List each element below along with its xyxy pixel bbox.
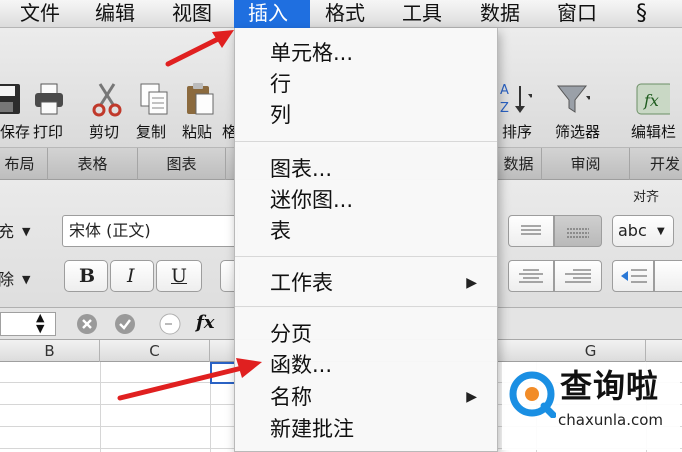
menu-item-sparklines[interactable]: 迷你图... — [270, 187, 353, 213]
align-center-button[interactable] — [508, 260, 554, 292]
formula-builder-icon[interactable]: fx — [636, 80, 670, 118]
abc-label: abc — [618, 221, 647, 240]
align-top-button[interactable] — [508, 215, 554, 247]
submenu-arrow-icon: ▶ — [466, 389, 477, 405]
menu-separator — [235, 306, 497, 307]
column-header-g-label: G — [584, 342, 597, 360]
menu-separator — [235, 256, 497, 257]
cancel-entry-icon[interactable] — [76, 313, 98, 335]
menu-item-function[interactable]: 函数... — [270, 352, 332, 378]
annotation-arrow-function — [117, 358, 262, 401]
tab-tables[interactable]: 表格 — [48, 148, 138, 180]
annotation-arrow-insert — [165, 30, 234, 67]
decrease-indent-icon — [621, 269, 647, 283]
menu-item-columns[interactable]: 列 — [270, 102, 291, 128]
paste-label: 粘贴 — [182, 123, 213, 141]
align-bottom-button[interactable] — [554, 215, 602, 247]
svg-text:Z: Z — [500, 101, 509, 116]
filter-icon[interactable] — [556, 80, 590, 118]
copy-icon[interactable] — [137, 80, 171, 118]
sort-icon[interactable]: A Z — [498, 80, 532, 118]
bold-button[interactable]: B — [64, 260, 108, 292]
insert-function-icon[interactable] — [158, 313, 182, 335]
print-icon[interactable] — [32, 80, 66, 118]
watermark-text: 查询啦 — [560, 367, 660, 405]
menu-format[interactable]: 格式 — [325, 0, 365, 28]
tab-review[interactable]: 审阅 — [542, 148, 630, 180]
cut-label: 剪切 — [89, 123, 120, 141]
decrease-indent-button[interactable] — [612, 260, 654, 292]
copy-label: 复制 — [136, 123, 167, 141]
align-bottom-icon — [567, 228, 589, 238]
underline-button[interactable]: U — [156, 260, 202, 292]
menu-data[interactable]: 数据 — [480, 0, 520, 28]
menu-item-cells[interactable]: 单元格... — [270, 40, 353, 66]
tab-charts[interactable]: 图表 — [138, 148, 226, 180]
column-header-b[interactable]: B — [0, 340, 100, 362]
filter-label: 筛选器 — [555, 123, 601, 141]
script-menu-icon[interactable]: § — [636, 2, 647, 26]
increase-indent-button[interactable] — [654, 260, 682, 292]
align-right-button[interactable] — [554, 260, 602, 292]
menu-bar: 文件 编辑 视图 插入 格式 工具 数据 窗口 § — [0, 0, 682, 28]
name-box-stepper-icon[interactable]: ▲ ▼ — [36, 312, 44, 334]
clear-label-clipped: 除 — [0, 270, 15, 289]
column-header-g[interactable]: G — [536, 340, 646, 362]
menu-edit[interactable]: 编辑 — [95, 0, 135, 28]
italic-button[interactable]: I — [110, 260, 154, 292]
watermark-domain: chaxunla.com — [558, 411, 663, 429]
chevron-down-icon: ▼ — [657, 226, 665, 237]
menu-item-new-comment[interactable]: 新建批注 — [270, 416, 354, 442]
tab-layout[interactable]: 布局 — [0, 148, 48, 180]
svg-text:A: A — [500, 83, 509, 98]
print-label: 打印 — [33, 123, 64, 141]
name-box[interactable] — [0, 312, 56, 336]
tab-developer[interactable]: 开发 — [630, 148, 682, 180]
menu-tools[interactable]: 工具 — [402, 0, 442, 28]
svg-text:fx: fx — [643, 91, 659, 110]
menu-item-name[interactable]: 名称 — [270, 384, 312, 410]
watermark: 查询啦 chaxunla.com — [502, 362, 680, 450]
align-right-icon — [565, 269, 591, 283]
font-name-select[interactable]: 宋体 (正文) — [62, 215, 238, 247]
italic-glyph: I — [127, 265, 135, 287]
submenu-arrow-icon: ▶ — [466, 275, 477, 291]
insert-menu-dropdown: 单元格... 行 列 图表... 迷你图... 表 工作表 ▶ 分页 函数...… — [234, 28, 498, 452]
fx-label: fx — [196, 312, 215, 333]
clear-dropdown-icon[interactable]: ▼ — [22, 270, 30, 290]
align-center-icon — [519, 269, 543, 283]
save-label: 保存 — [0, 123, 31, 141]
menu-window[interactable]: 窗口 — [557, 0, 597, 28]
menu-item-rows[interactable]: 行 — [270, 71, 291, 97]
fill-dropdown-icon[interactable]: ▼ — [22, 222, 30, 242]
font-name-value: 宋体 (正文) — [69, 221, 151, 240]
underline-glyph: U — [171, 265, 188, 287]
grid-col-line — [100, 362, 101, 452]
paste-icon[interactable] — [183, 80, 217, 118]
bold-glyph: B — [79, 265, 96, 287]
confirm-entry-icon[interactable] — [114, 313, 136, 335]
menu-item-chart[interactable]: 图表... — [270, 156, 332, 182]
menu-separator — [235, 141, 497, 142]
menu-insert[interactable]: 插入 — [234, 0, 310, 28]
align-top-icon — [521, 225, 541, 235]
menu-item-page-break[interactable]: 分页 — [270, 321, 312, 347]
column-header-b-label: B — [44, 342, 55, 360]
menu-item-table[interactable]: 表 — [270, 218, 291, 244]
alignment-group-label: 对齐 — [633, 190, 660, 205]
sort-label: 排序 — [502, 123, 533, 141]
menu-item-sheet[interactable]: 工作表 — [270, 270, 333, 296]
menu-file[interactable]: 文件 — [20, 0, 60, 28]
text-orientation-button[interactable]: abc ▼ — [612, 215, 674, 247]
scissors-icon[interactable] — [90, 80, 124, 118]
menu-view[interactable]: 视图 — [172, 0, 212, 28]
save-icon[interactable] — [0, 80, 24, 118]
formula-bar-label: 编辑栏 — [631, 123, 677, 141]
watermark-logo-icon — [509, 371, 556, 418]
fill-label-clipped: 充 — [0, 222, 15, 241]
